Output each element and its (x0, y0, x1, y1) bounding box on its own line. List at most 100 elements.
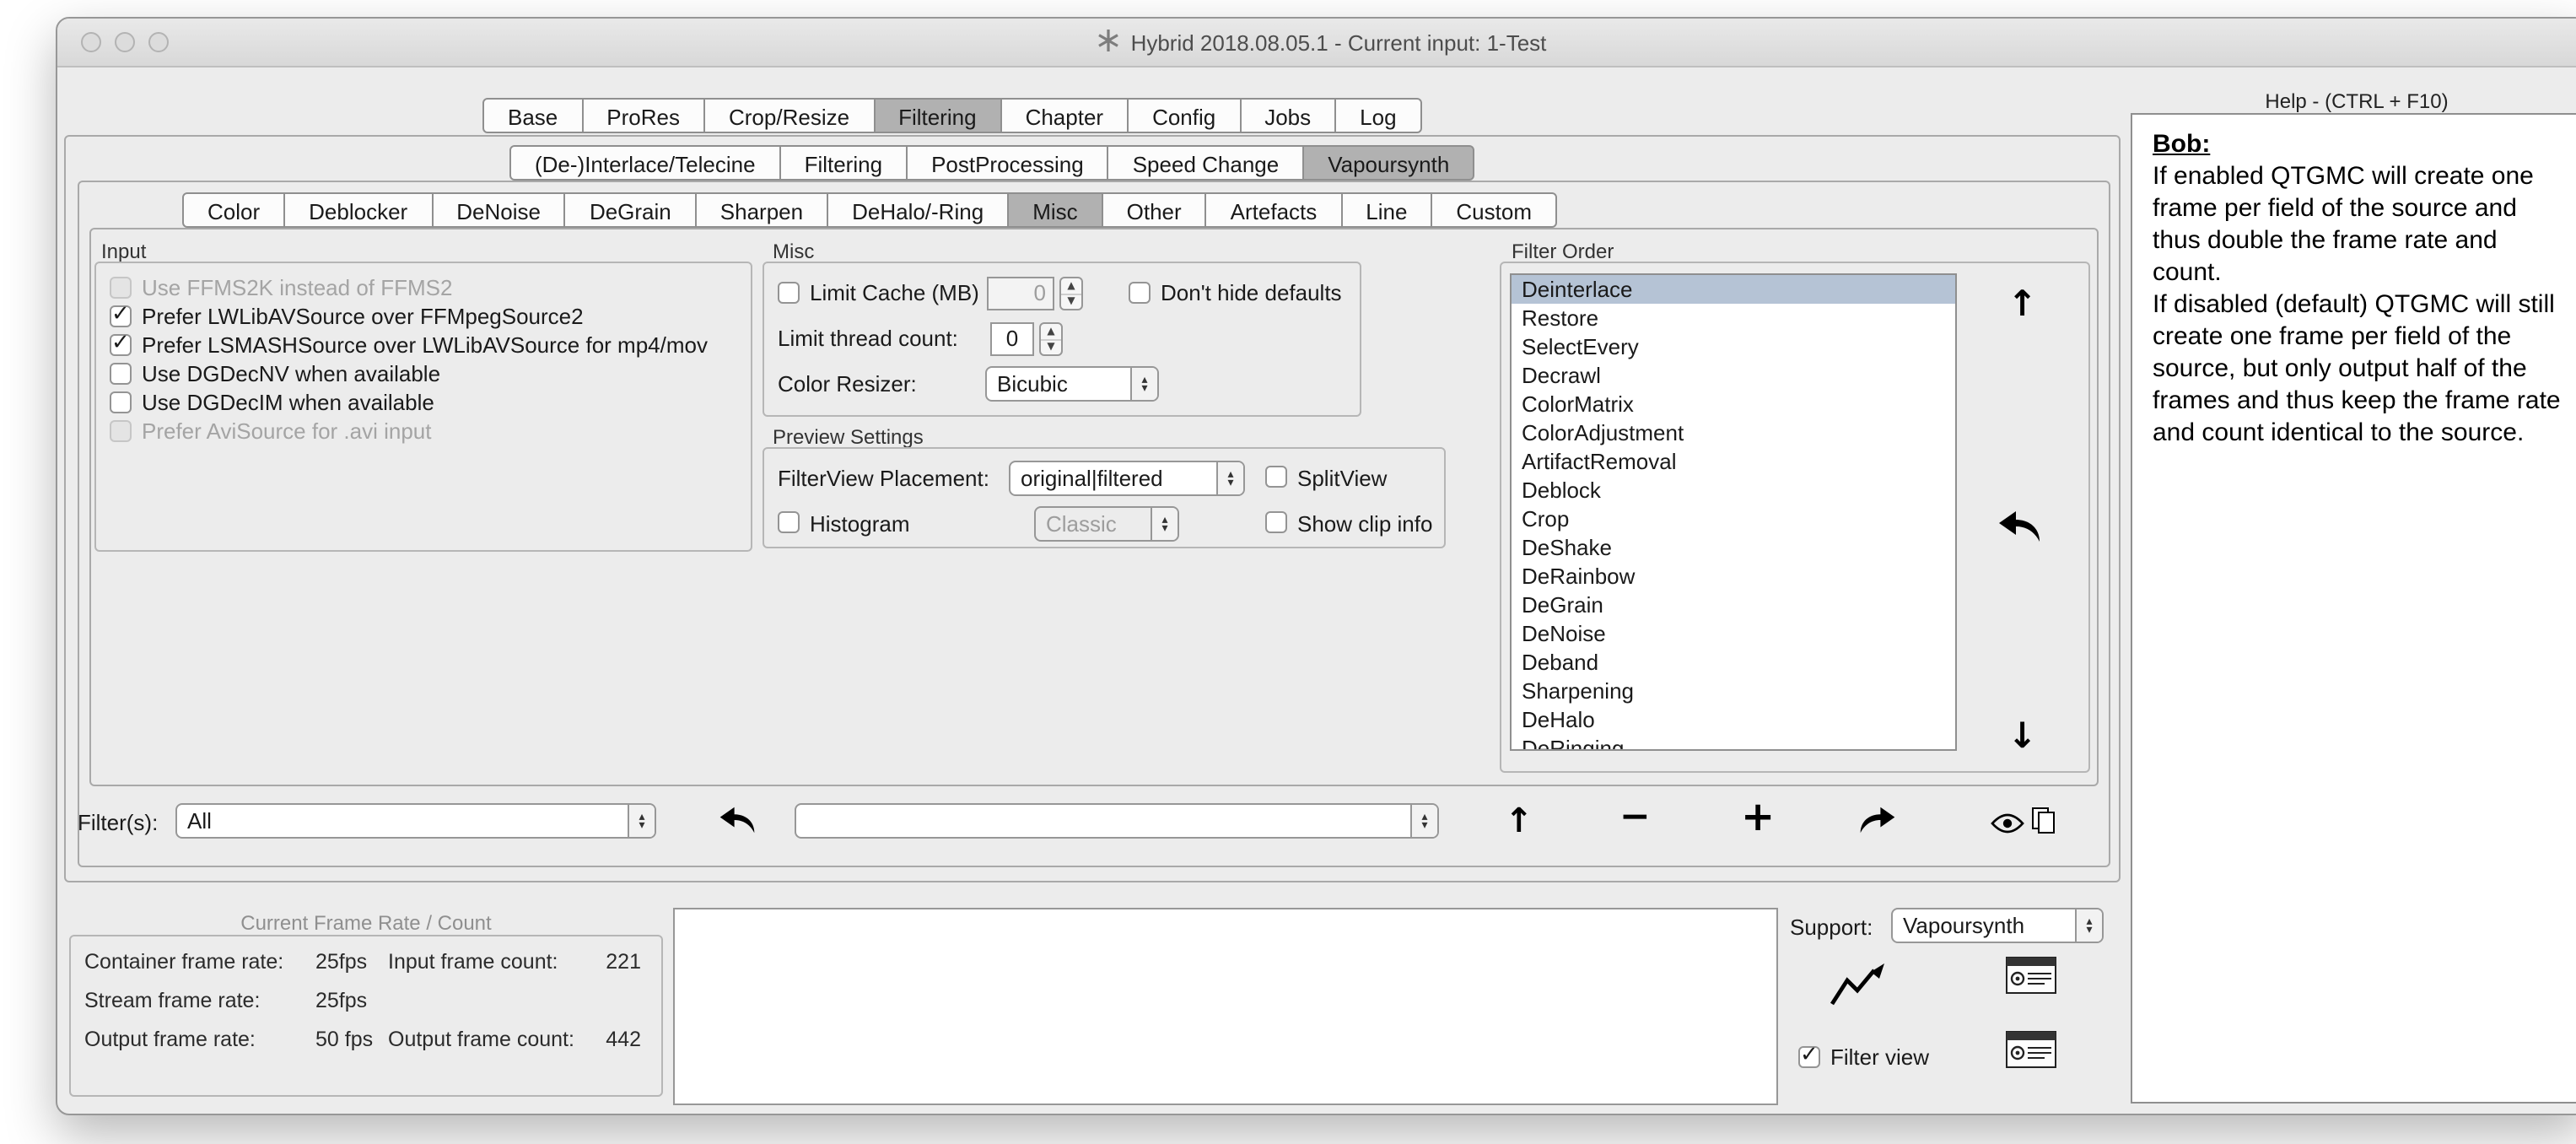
filter-order-up-button[interactable]: ↑ (2007, 283, 2037, 324)
tab-dehalo-ring[interactable]: DeHalo/-Ring (827, 192, 1009, 228)
list-item-deringing[interactable]: DeRinging (1512, 734, 1955, 751)
lsmash-checkbox[interactable] (110, 334, 132, 356)
splitview-checkbox[interactable] (1265, 466, 1287, 488)
avisource-checkbox[interactable] (110, 420, 132, 442)
stepper-down-icon[interactable]: ▼ (1041, 340, 1061, 354)
stepper-up-icon[interactable]: ▲ (1061, 278, 1081, 294)
log-textarea[interactable] (673, 908, 1778, 1105)
list-item-denoise[interactable]: DeNoise (1512, 619, 1955, 648)
limit-threads-value[interactable]: 0 (990, 322, 1034, 356)
tab-color[interactable]: Color (182, 192, 285, 228)
checkbox-row-avisource[interactable]: Prefer AviSource for .avi input (110, 417, 737, 445)
lwlibav-checkbox[interactable] (110, 305, 132, 327)
custom-filter-value (796, 805, 1410, 837)
support-select[interactable]: Vapoursynth ▴▾ (1891, 908, 2104, 943)
filters-remove-button[interactable]: − (1619, 796, 1651, 839)
show-clip-info-checkbox[interactable] (1265, 511, 1287, 533)
stepper-down-icon[interactable]: ▼ (1061, 294, 1081, 309)
histogram-mode-select[interactable]: Classic ▴▾ (1034, 506, 1179, 542)
stepper-up-icon[interactable]: ▲ (1041, 324, 1061, 340)
filters-preview-button[interactable] (1991, 813, 2024, 839)
list-item-coloradjustment[interactable]: ColorAdjustment (1512, 418, 1955, 447)
list-item-deblock[interactable]: Deblock (1512, 476, 1955, 505)
tab-base[interactable]: Base (482, 98, 583, 133)
frame-info-group-label: Current Frame Rate / Count (69, 911, 663, 935)
checkbox-row-dgdecnv[interactable]: Use DGDecNV when available (110, 359, 737, 388)
list-item-artifactremoval[interactable]: ArtifactRemoval (1512, 447, 1955, 476)
tab-denoise[interactable]: DeNoise (431, 192, 566, 228)
frame-chart-button[interactable] (1829, 963, 1889, 1012)
tab-misc[interactable]: Misc (1007, 192, 1102, 228)
checkbox-row-lwlibav[interactable]: Prefer LWLibAVSource over FFMpegSource2 (110, 302, 737, 331)
filter-order-reset-button[interactable] (1997, 510, 2041, 548)
filters-move-up-button[interactable]: ↑ (1505, 800, 1533, 840)
tab-deblocker[interactable]: Deblocker (283, 192, 433, 228)
limit-threads-stepper[interactable]: ▲▼ (1039, 322, 1063, 356)
ffms2k-checkbox[interactable] (110, 277, 132, 299)
dgdecnv-checkbox[interactable] (110, 363, 132, 385)
chevron-updown-icon[interactable]: ▴▾ (2075, 909, 2102, 942)
tab-postprocessing[interactable]: PostProcessing (906, 145, 1109, 181)
tab-sharpen[interactable]: Sharpen (695, 192, 828, 228)
color-resizer-select[interactable]: Bicubic ▴▾ (985, 366, 1159, 402)
filters-undo-button[interactable] (719, 805, 756, 840)
filters-copy-button[interactable] (2031, 807, 2056, 840)
list-item-dehalo[interactable]: DeHalo (1512, 705, 1955, 734)
checkbox-row-lsmash[interactable]: Prefer LSMASHSource over LWLibAVSource f… (110, 331, 737, 359)
limit-cache-checkbox[interactable] (778, 282, 800, 304)
filter-preview-bottom-button[interactable] (2006, 1031, 2056, 1073)
input-frame-count-label: Input frame count: (388, 950, 558, 974)
list-item-derainbow[interactable]: DeRainbow (1512, 562, 1955, 591)
filter-order-list[interactable]: Deinterlace Restore SelectEvery Decrawl … (1510, 273, 1957, 751)
filters-add-button[interactable]: + (1741, 793, 1775, 840)
tab-config[interactable]: Config (1127, 98, 1241, 133)
tab-deinterlace-telecine[interactable]: (De-)Interlace/Telecine (509, 145, 781, 181)
limit-cache-stepper[interactable]: ▲▼ (1059, 277, 1083, 310)
list-item-restore[interactable]: Restore (1512, 304, 1955, 332)
list-item-colormatrix[interactable]: ColorMatrix (1512, 390, 1955, 418)
checkbox-row-dgdecim[interactable]: Use DGDecIM when available (110, 388, 737, 417)
list-item-deband[interactable]: Deband (1512, 648, 1955, 677)
help-title: Help - (CTRL + F10) (2131, 89, 2576, 113)
tab-vapoursynth[interactable]: Vapoursynth (1302, 145, 1474, 181)
filter-view-checkbox[interactable] (1798, 1046, 1820, 1068)
tab-custom[interactable]: Custom (1431, 192, 1557, 228)
list-item-decrawl[interactable]: Decrawl (1512, 361, 1955, 390)
filters-select[interactable]: All ▴▾ (175, 803, 656, 839)
filter-view-row[interactable]: Filter view (1798, 1043, 1929, 1071)
checkbox-row-ffms2k[interactable]: Use FFMS2K instead of FFMS2 (110, 273, 737, 302)
list-item-crop[interactable]: Crop (1512, 505, 1955, 533)
tab-artefacts[interactable]: Artefacts (1205, 192, 1343, 228)
histogram-checkbox[interactable] (778, 511, 800, 533)
tab-jobs[interactable]: Jobs (1239, 98, 1336, 133)
tab-log[interactable]: Log (1334, 98, 1421, 133)
filter-order-down-button[interactable]: ↓ (2007, 715, 2037, 756)
tab-filtering-sub[interactable]: Filtering (779, 145, 908, 181)
chevron-updown-icon[interactable]: ▴▾ (1410, 805, 1437, 837)
list-item-deshake[interactable]: DeShake (1512, 533, 1955, 562)
tab-degrain[interactable]: DeGrain (564, 192, 697, 228)
list-item-sharpening[interactable]: Sharpening (1512, 677, 1955, 705)
filters-redo-button[interactable] (1859, 805, 1896, 840)
dont-hide-defaults-checkbox[interactable] (1129, 282, 1151, 304)
chevron-updown-icon[interactable]: ▴▾ (1216, 462, 1243, 494)
help-panel[interactable]: Bob: If enabled QTGMC will create one fr… (2131, 113, 2576, 1104)
tab-crop-resize[interactable]: Crop/Resize (703, 98, 875, 133)
dgdecim-checkbox[interactable] (110, 391, 132, 413)
tab-filtering[interactable]: Filtering (873, 98, 1002, 133)
tab-other[interactable]: Other (1102, 192, 1207, 228)
tab-prores[interactable]: ProRes (581, 98, 705, 133)
tab-chapter[interactable]: Chapter (1000, 98, 1129, 133)
title-bar[interactable]: Hybrid 2018.08.05.1 - Current input: 1-T… (57, 19, 2576, 67)
list-item-degrain[interactable]: DeGrain (1512, 591, 1955, 619)
chevron-updown-icon[interactable]: ▴▾ (628, 805, 655, 837)
filter-preview-top-button[interactable] (2006, 957, 2056, 999)
chevron-updown-icon[interactable]: ▴▾ (1130, 368, 1157, 400)
custom-filter-select[interactable]: ▴▾ (795, 803, 1439, 839)
tab-speed-change[interactable]: Speed Change (1107, 145, 1305, 181)
filterview-placement-select[interactable]: original|filtered ▴▾ (1009, 461, 1245, 496)
tab-line[interactable]: Line (1340, 192, 1432, 228)
list-item-deinterlace[interactable]: Deinterlace (1512, 275, 1955, 304)
list-item-selectevery[interactable]: SelectEvery (1512, 332, 1955, 361)
limit-cache-value[interactable]: 0 (987, 277, 1054, 310)
